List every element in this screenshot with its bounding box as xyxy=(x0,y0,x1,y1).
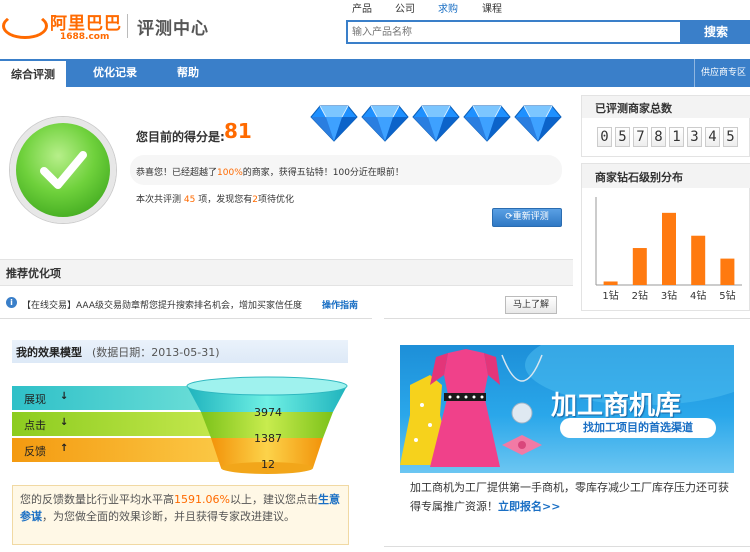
arrow-up-icon: ↑ xyxy=(60,443,69,454)
bar-4 xyxy=(691,235,706,285)
congrats-percent: 100% xyxy=(217,168,243,178)
tab-optimization-records[interactable]: 优化记录 xyxy=(80,59,150,87)
logo-divider xyxy=(127,14,128,38)
count-digit: 0 xyxy=(597,127,612,147)
feedback-percent: 1591.06% xyxy=(174,493,230,506)
funnel-value-click: 1387 xyxy=(254,432,282,445)
ad-description: 加工商机为工厂提供第一手商机，零库存减少工厂库存压力还可获得专属推广资源！立即报… xyxy=(410,478,736,516)
eval-prefix: 本次共评测 xyxy=(136,195,182,205)
count-digit: 5 xyxy=(615,127,630,147)
count-digit: 3 xyxy=(687,127,702,147)
ad-description-text: 加工商机为工厂提供第一手商机，零库存减少工厂库存压力还可获得专属推广资源！ xyxy=(410,481,729,513)
count-digit: 4 xyxy=(705,127,720,147)
tab-help[interactable]: 帮助 xyxy=(162,59,214,87)
recommend-item-text: 【在线交易】AAA级交易勋章帮您提升搜索排名机会，增加买家信任度 xyxy=(22,301,302,311)
score-value: 81 xyxy=(224,119,252,143)
count-digit: 1 xyxy=(669,127,684,147)
band-label-exposure: 展现 xyxy=(24,393,46,406)
bar-1 xyxy=(603,281,618,285)
ad-title[interactable]: 加工商机库 xyxy=(551,385,681,422)
site-title: 评测中心 xyxy=(137,19,209,39)
diamond-icon xyxy=(310,104,358,145)
diamond-icon xyxy=(514,104,562,145)
ad-subtitle[interactable]: 找加工项目的首选渠道 xyxy=(560,418,716,438)
recommend-title: 推荐优化项 xyxy=(6,267,61,280)
re-evaluate-button[interactable]: ⟳重新评测 xyxy=(492,208,562,227)
bar-3 xyxy=(662,212,676,285)
refresh-icon: ⟳ xyxy=(505,212,513,222)
count-digit: 5 xyxy=(723,127,738,147)
operation-guide-link[interactable]: 操作指南 xyxy=(322,298,358,311)
effect-model-date: (数据日期：2013-05-31) xyxy=(92,346,220,359)
count-digit: 8 xyxy=(651,127,666,147)
main-nav: 综合评测 优化记录 帮助 供应商专区 xyxy=(0,59,750,87)
bottom-card-edge xyxy=(384,546,750,552)
top-nav-item-purchase[interactable]: 求购 xyxy=(438,0,458,15)
top-nav-item-product[interactable]: 产品 xyxy=(352,0,372,15)
x-tick-label: 5钻 xyxy=(719,289,735,302)
band-label-feedback: 反馈 xyxy=(24,445,46,458)
band-label-click: 点击 xyxy=(24,419,46,432)
arrow-down-icon: ↓ xyxy=(60,417,69,428)
x-tick-label: 4钻 xyxy=(690,289,706,302)
funnel-value-exposure: 3974 xyxy=(254,406,282,419)
diamond-icon xyxy=(361,104,409,145)
count-digit: 7 xyxy=(633,127,648,147)
feedback-suffix: ，为您做全面的效果诊断，并且获得专家改进建议。 xyxy=(42,510,295,523)
tab-overall-evaluation[interactable]: 综合评测 xyxy=(0,59,66,87)
logo-subtext[interactable]: 1688.com xyxy=(60,32,109,42)
diamond-icon xyxy=(412,104,460,145)
re-evaluate-label: 重新评测 xyxy=(512,212,549,222)
feedback-message: 您的反馈数量比行业平均水平高1591.06%以上，建议您点击生意参谋，为您做全面… xyxy=(20,491,342,525)
logo-text[interactable]: 阿里巴巴 xyxy=(50,9,122,34)
bar-5 xyxy=(720,258,735,285)
supplier-zone-link[interactable]: 供应商专区 xyxy=(694,59,746,87)
x-tick-label: 2钻 xyxy=(632,289,648,302)
merchant-count-title: 已评测商家总数 xyxy=(595,102,672,115)
search-input[interactable] xyxy=(348,22,680,42)
check-badge-icon xyxy=(10,117,116,223)
logo-mark-icon[interactable] xyxy=(2,13,48,39)
funnel-value-feedback: 12 xyxy=(261,458,275,471)
eval-suffix: 项待优化 xyxy=(257,195,294,205)
top-nav-item-company[interactable]: 公司 xyxy=(395,0,415,15)
info-icon: i xyxy=(6,297,17,308)
bar-2 xyxy=(632,248,647,285)
diamond-distribution-title: 商家钻石级别分布 xyxy=(595,171,683,184)
congrats-suffix: 的商家，获得五钻特！100分近在眼前！ xyxy=(242,168,404,178)
feedback-mid: 以上，建议您点击 xyxy=(229,493,318,506)
recommend-header xyxy=(0,259,573,286)
feedback-prefix: 您的反馈数量比行业平均水平高 xyxy=(20,493,174,506)
congrats-message: 恭喜您！已经超越了100%的商家，获得五钻特！100分近在眼前！ xyxy=(136,165,404,178)
arrow-down-icon: ↓ xyxy=(60,391,69,402)
diamond-distribution-chart: 1钻 2钻 3钻 4钻 5钻 xyxy=(595,197,742,302)
eval-count: 45 xyxy=(183,195,196,205)
learn-now-button[interactable]: 马上了解 xyxy=(505,296,557,314)
top-nav-item-course[interactable]: 课程 xyxy=(482,0,502,15)
congrats-prefix: 恭喜您！已经超越了 xyxy=(136,168,218,178)
sign-up-link[interactable]: 立即报名>> xyxy=(498,500,560,513)
evaluation-summary: 本次共评测 45 项，发现您有2项待优化 xyxy=(136,192,294,205)
eval-mid: 项，发现您有 xyxy=(198,195,253,205)
diamond-icon xyxy=(463,104,511,145)
search-button[interactable]: 搜索 xyxy=(682,20,750,44)
search-box xyxy=(346,20,682,44)
score-label: 您目前的得分是: xyxy=(136,130,225,144)
x-tick-label: 1钻 xyxy=(602,289,618,302)
effect-model-title: 我的效果模型 xyxy=(16,346,82,359)
x-tick-label: 3钻 xyxy=(661,289,677,302)
